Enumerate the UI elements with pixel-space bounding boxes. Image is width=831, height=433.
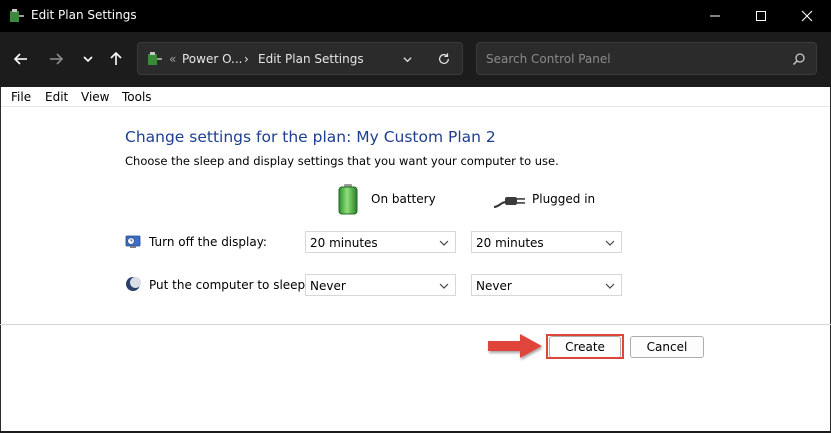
power-plug-icon bbox=[493, 197, 525, 208]
recent-locations-button[interactable] bbox=[75, 46, 101, 72]
column-on-battery: On battery bbox=[371, 192, 436, 206]
sleep-moon-icon bbox=[126, 277, 141, 291]
sleep-plugged-select[interactable]: Never bbox=[471, 274, 622, 296]
refresh-icon[interactable] bbox=[437, 52, 451, 66]
sleep-battery-select[interactable]: Never bbox=[305, 274, 456, 296]
sleep-battery-value: Never bbox=[310, 279, 346, 293]
navigation-bar: « Power O... › Edit Plan Settings Search… bbox=[0, 32, 831, 87]
breadcrumb-power-options[interactable]: Power O... bbox=[182, 52, 243, 66]
breadcrumb-overflow[interactable]: « bbox=[169, 52, 176, 66]
page-title: Change settings for the plan: My Custom … bbox=[125, 128, 496, 146]
breadcrumb-separator: › bbox=[244, 52, 249, 66]
footer-divider bbox=[0, 324, 831, 325]
create-button-highlight bbox=[546, 334, 624, 359]
display-plugged-select[interactable]: 20 minutes bbox=[471, 231, 622, 253]
back-button[interactable] bbox=[8, 46, 34, 72]
search-icon[interactable] bbox=[792, 52, 806, 66]
menu-bar: File Edit View Tools bbox=[0, 87, 831, 107]
chevron-down-icon bbox=[439, 283, 449, 289]
address-dropdown-icon[interactable] bbox=[402, 54, 413, 65]
maximize-icon bbox=[756, 11, 766, 21]
sleep-plugged-value: Never bbox=[476, 279, 512, 293]
arrow-right-icon bbox=[488, 334, 542, 358]
battery-icon bbox=[338, 184, 358, 215]
close-button[interactable] bbox=[784, 0, 830, 32]
forward-button[interactable] bbox=[43, 46, 69, 72]
display-battery-value: 20 minutes bbox=[310, 236, 378, 250]
page-subtitle: Choose the sleep and display settings th… bbox=[125, 154, 559, 168]
minimize-button[interactable] bbox=[692, 0, 738, 32]
row-label-sleep: Put the computer to sleep: bbox=[149, 278, 310, 292]
row-label-display: Turn off the display: bbox=[149, 235, 267, 249]
column-plugged-in: Plugged in bbox=[532, 192, 596, 206]
menu-edit[interactable]: Edit bbox=[45, 90, 68, 104]
cancel-button[interactable]: Cancel bbox=[630, 336, 704, 358]
menu-file[interactable]: File bbox=[11, 90, 31, 104]
search-box[interactable]: Search Control Panel bbox=[476, 42, 817, 75]
title-bar: Edit Plan Settings bbox=[0, 0, 831, 32]
address-bar[interactable]: « Power O... › Edit Plan Settings bbox=[137, 42, 463, 75]
arrow-up-icon bbox=[110, 51, 122, 65]
close-icon bbox=[801, 10, 813, 22]
display-plugged-value: 20 minutes bbox=[476, 236, 544, 250]
chevron-down-icon bbox=[605, 240, 615, 246]
menu-tools[interactable]: Tools bbox=[122, 90, 152, 104]
chevron-down-icon bbox=[605, 283, 615, 289]
chevron-down-icon bbox=[439, 240, 449, 246]
search-placeholder: Search Control Panel bbox=[486, 52, 611, 66]
window-title: Edit Plan Settings bbox=[31, 8, 137, 22]
minimize-icon bbox=[710, 15, 720, 17]
window-border-left bbox=[0, 87, 1, 433]
maximize-button[interactable] bbox=[738, 0, 784, 32]
menu-view[interactable]: View bbox=[81, 90, 109, 104]
power-options-icon bbox=[148, 52, 162, 65]
arrow-right-icon bbox=[50, 53, 64, 65]
breadcrumb-edit-plan-settings[interactable]: Edit Plan Settings bbox=[258, 52, 364, 66]
chevron-down-icon bbox=[83, 56, 93, 63]
display-battery-select[interactable]: 20 minutes bbox=[305, 231, 456, 253]
power-options-icon bbox=[10, 9, 24, 22]
up-button[interactable] bbox=[103, 46, 129, 72]
arrow-left-icon bbox=[13, 53, 27, 65]
display-timer-icon bbox=[125, 235, 141, 248]
